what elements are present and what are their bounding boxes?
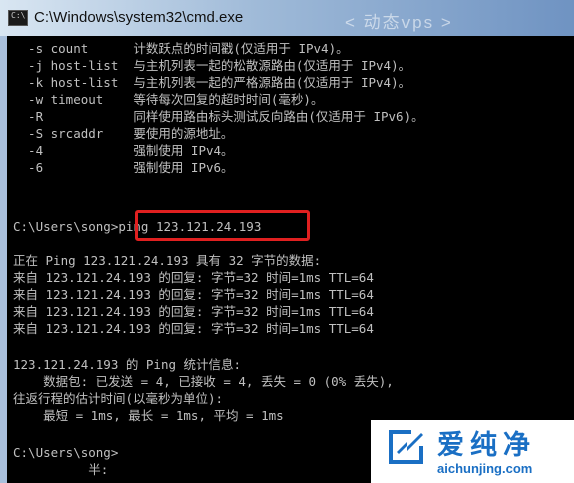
console-line: 来自 123.121.24.193 的回复: 字节=32 时间=1ms TTL=… — [13, 321, 374, 336]
highlight-box — [135, 210, 310, 241]
console-line: 来自 123.121.24.193 的回复: 字节=32 时间=1ms TTL=… — [13, 270, 374, 285]
console-prompt: C:\Users\song> — [13, 445, 119, 460]
title-bar[interactable]: C:\Windows\system32\cmd.exe < 动态vps > — [0, 0, 574, 36]
console-line: -4 强制使用 IPv4。 — [13, 143, 234, 158]
console-line: -6 强制使用 IPv6。 — [13, 160, 234, 175]
brand-logo-icon — [389, 430, 423, 464]
title-watermark: < 动态vps > — [345, 13, 453, 32]
cmd-icon — [8, 10, 28, 26]
console-line: -j host-list 与主机列表一起的松散源路由(仅适用于 IPv4)。 — [13, 58, 412, 73]
console-line: -w timeout 等待每次回复的超时时间(毫秒)。 — [13, 92, 324, 107]
ime-indicator: 半: — [13, 462, 109, 477]
site-watermark: 爱纯净 aichunjing.com — [371, 420, 574, 483]
window-title: C:\Windows\system32\cmd.exe — [34, 9, 244, 26]
brand-name: 爱纯净 — [437, 430, 536, 461]
window-frame-left — [0, 36, 7, 483]
cmd-window: C:\Windows\system32\cmd.exe < 动态vps > -s… — [0, 0, 574, 483]
console-line: 123.121.24.193 的 Ping 统计信息: — [13, 357, 242, 372]
console-line: -s count 计数跃点的时间戳(仅适用于 IPv4)。 — [13, 41, 349, 56]
console-line: -k host-list 与主机列表一起的严格源路由(仅适用于 IPv4)。 — [13, 75, 412, 90]
brand-url: aichunjing.com — [437, 461, 533, 476]
console-line: 来自 123.121.24.193 的回复: 字节=32 时间=1ms TTL=… — [13, 287, 374, 302]
console-line: 往返行程的估计时间(以毫秒为单位): — [13, 391, 224, 406]
console-line: -S srcaddr 要使用的源地址。 — [13, 126, 234, 141]
console-line: 来自 123.121.24.193 的回复: 字节=32 时间=1ms TTL=… — [13, 304, 374, 319]
console-line: 正在 Ping 123.121.24.193 具有 32 字节的数据: — [13, 253, 322, 268]
console-line: -R 同样使用路由标头测试反向路由(仅适用于 IPv6)。 — [13, 109, 424, 124]
console-line: 数据包: 已发送 = 4, 已接收 = 4, 丢失 = 0 (0% 丢失), — [13, 374, 394, 389]
console-output[interactable]: -s count 计数跃点的时间戳(仅适用于 IPv4)。 -j host-li… — [7, 36, 574, 483]
console-line: 最短 = 1ms, 最长 = 1ms, 平均 = 1ms — [13, 408, 284, 423]
